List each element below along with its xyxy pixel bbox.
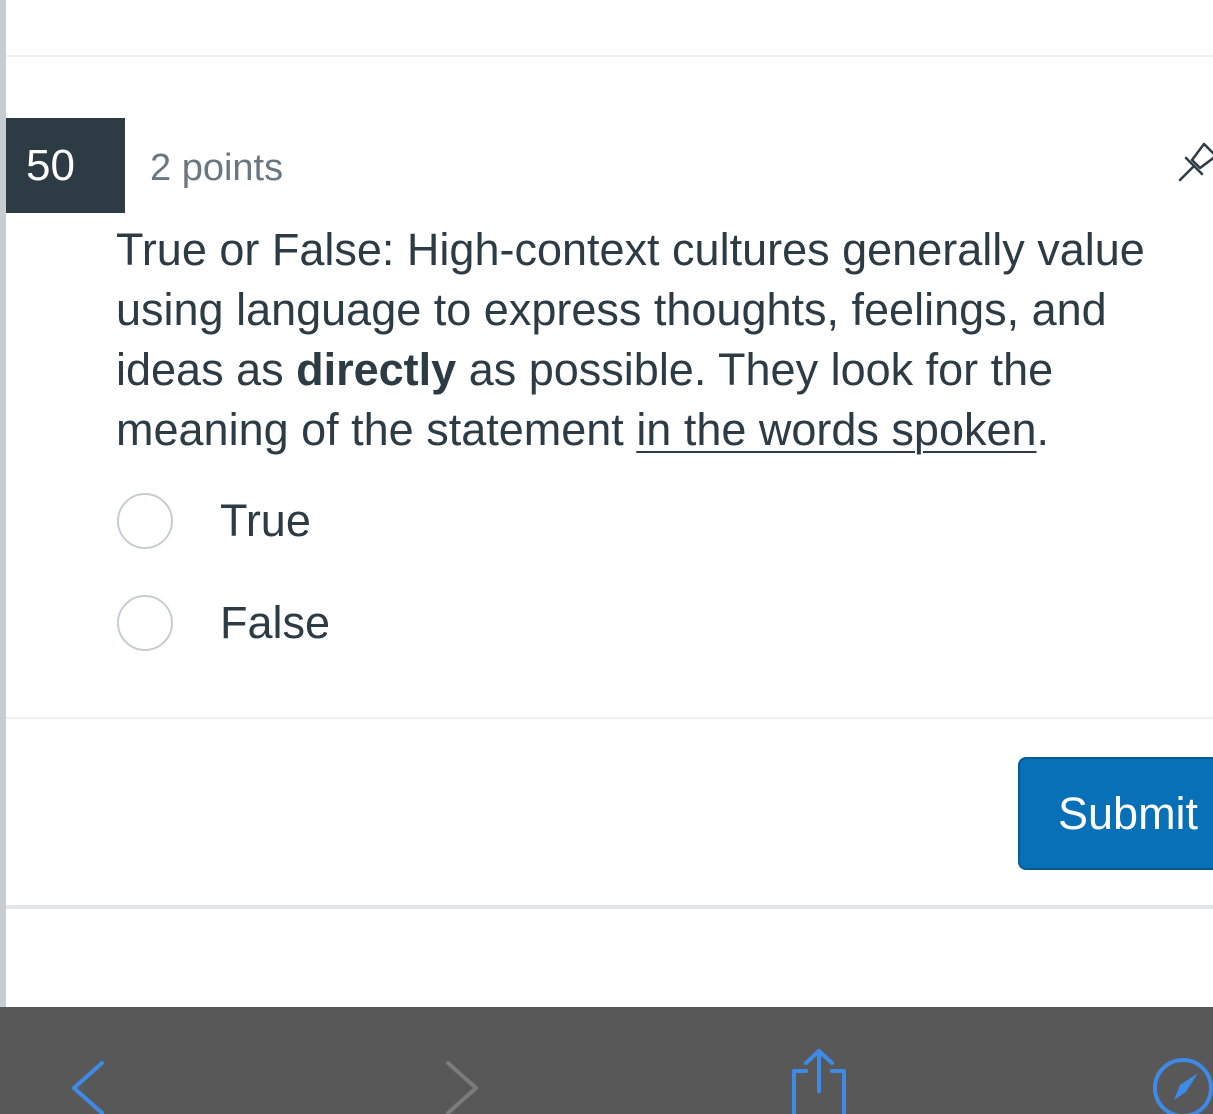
chevron-right-icon[interactable] (440, 1059, 484, 1114)
card-divider (6, 717, 1213, 719)
question-text-underline: in the words spoken (636, 404, 1037, 455)
submit-button[interactable]: Submit (1018, 757, 1213, 870)
compass-icon[interactable] (1150, 1055, 1213, 1114)
question-text-bold: directly (296, 344, 457, 395)
option-false[interactable]: False (117, 593, 330, 653)
question-number: 50 (26, 140, 75, 190)
share-icon[interactable] (786, 1047, 852, 1114)
browser-toolbar (0, 1007, 1213, 1114)
question-number-badge: 50 (6, 118, 125, 213)
question-text: True or False: High-context cultures gen… (116, 220, 1206, 460)
radio-false[interactable] (117, 595, 173, 651)
quiz-page: 50 2 points True or False: High-context … (0, 0, 1213, 1114)
submit-label: Submit (1058, 787, 1199, 839)
chevron-left-icon[interactable] (66, 1059, 110, 1114)
radio-true[interactable] (117, 493, 173, 549)
pin-icon[interactable] (1176, 136, 1213, 184)
question-points: 2 points (150, 147, 284, 189)
question-text-part: . (1036, 404, 1050, 455)
option-label: True (220, 495, 311, 546)
card-shadow (6, 905, 1213, 909)
option-true[interactable]: True (117, 491, 311, 551)
option-label: False (220, 597, 331, 648)
